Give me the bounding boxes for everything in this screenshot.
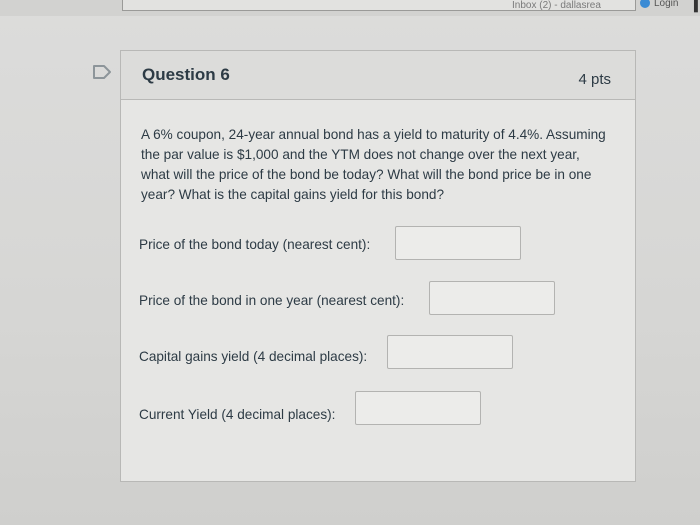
price-today-input[interactable] <box>395 226 521 260</box>
login-button[interactable]: Login <box>640 0 678 9</box>
edge-icon: ▐ <box>690 0 698 12</box>
price-one-year-input[interactable] <box>429 281 555 315</box>
question-text: A 6% coupon, 24-year annual bond has a y… <box>141 127 606 202</box>
unanswered-flag-icon[interactable] <box>92 65 112 79</box>
browser-bookmarks-bar: Inbox (2) - dallasrea Login ▐ <box>0 0 700 16</box>
bookmark-inbox[interactable]: Inbox (2) - dallasrea <box>512 0 632 11</box>
login-label: Login <box>654 0 679 9</box>
question-title: Question 6 <box>142 65 230 84</box>
login-icon <box>640 0 650 9</box>
field-label: Price of the bond today (nearest cent): <box>139 237 371 252</box>
question-card: Question 6 4 pts A 6% coupon, 24-year an… <box>120 50 636 482</box>
field-label: Capital gains yield (4 decimal places): <box>139 349 368 364</box>
capital-gains-yield-input[interactable] <box>387 335 513 369</box>
field-label: Current Yield (4 decimal places): <box>139 407 336 422</box>
question-points: 4 pts <box>578 71 611 88</box>
field-label: Price of the bond in one year (nearest c… <box>139 293 405 308</box>
current-yield-input[interactable] <box>355 391 481 425</box>
question-header: Question 6 4 pts <box>121 51 635 100</box>
